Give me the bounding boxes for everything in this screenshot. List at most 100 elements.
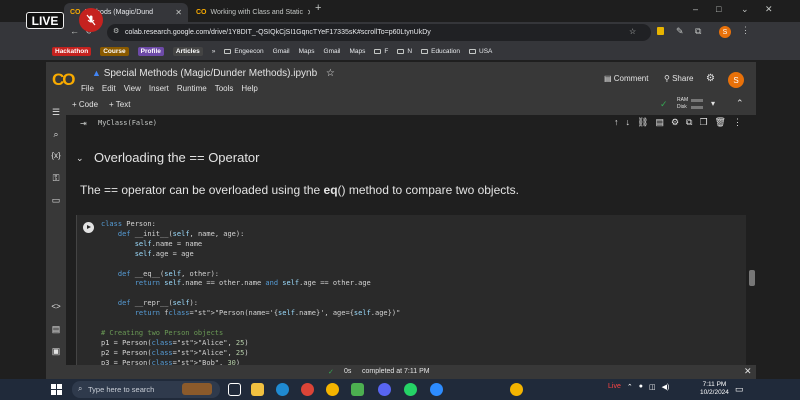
bookmark-usa[interactable]: USA [469, 48, 492, 55]
notifications-icon[interactable]: ▭ [735, 384, 744, 395]
bookmark-maps[interactable]: Maps [350, 48, 366, 55]
notebook-title[interactable]: ▲ Special Methods (Magic/Dunder Methods)… [92, 68, 335, 79]
minimize-button[interactable]: – [693, 4, 698, 14]
add-text-button[interactable]: + Text [109, 100, 130, 109]
code-snippets-icon[interactable]: <> [49, 302, 63, 314]
key-icon[interactable]: ⚿ [49, 173, 63, 185]
taskbar-clock[interactable]: 7:11 PM 10/2/2024 [700, 381, 729, 397]
windows-start-icon[interactable] [51, 384, 62, 395]
run-cell-button[interactable] [83, 222, 94, 233]
search-icon[interactable]: ⌕ [49, 129, 63, 141]
mic-icon[interactable]: ● [639, 383, 643, 391]
url-field[interactable]: ⚙ colab.research.google.com/drive/1Y8DIT… [107, 24, 651, 41]
chevron-down-icon[interactable]: ⌄ [741, 4, 749, 15]
close-icon[interactable]: ✕ [744, 366, 752, 377]
chevron-down-icon[interactable]: ▾ [711, 99, 715, 108]
close-tab-icon[interactable]: ✕ [175, 8, 182, 17]
close-window-button[interactable]: ✕ [765, 4, 773, 15]
variables-icon[interactable]: {x} [49, 151, 63, 163]
move-up-icon[interactable]: ↑ [614, 117, 619, 128]
extension-icon[interactable] [657, 27, 664, 35]
taskbar-search-input[interactable]: ⌕ Type here to search [72, 381, 220, 398]
gear-icon[interactable]: ⚙ [671, 117, 679, 128]
menu-help[interactable]: Help [241, 84, 257, 93]
menu-insert[interactable]: Insert [149, 84, 169, 93]
folder-icon[interactable]: ▭ [49, 195, 63, 207]
toc-icon[interactable]: ☰ [49, 107, 63, 119]
profile-avatar[interactable]: S [719, 26, 731, 38]
more-icon[interactable]: ⋮ [733, 117, 742, 128]
bookmark-maps[interactable]: Maps [299, 48, 315, 55]
colab-logo[interactable]: CO [52, 70, 75, 90]
bookmark-n[interactable]: N [397, 48, 412, 55]
comment-icon[interactable]: ▤ [655, 117, 664, 128]
output-icon[interactable]: ⇥ [80, 119, 87, 128]
new-tab-button[interactable]: + [315, 2, 321, 14]
mic-off-icon[interactable] [79, 8, 103, 32]
volume-icon[interactable]: ◀) [662, 383, 670, 391]
disk-bar [691, 106, 703, 109]
gear-icon[interactable]: ⚙ [706, 73, 715, 84]
site-info-icon[interactable]: ⚙ [113, 27, 119, 35]
tab-working-with-class[interactable]: CO Working with Class and Static ✕ [190, 3, 310, 22]
menu-file[interactable]: File [81, 84, 94, 93]
network-icon[interactable]: ◫ [649, 383, 656, 391]
whatsapp-icon[interactable] [404, 383, 417, 396]
collapse-chevron-icon[interactable]: ⌄ [76, 153, 84, 164]
maximize-button[interactable]: □ [716, 4, 721, 14]
copy-icon[interactable]: ❐ [699, 117, 707, 128]
zoom-icon[interactable] [430, 383, 443, 396]
command-palette-icon[interactable]: ▤ [49, 324, 63, 336]
move-down-icon[interactable]: ↓ [626, 117, 631, 128]
bookmark-profile[interactable]: Profile [137, 47, 164, 56]
bookmark-articles[interactable]: Articles [172, 47, 203, 56]
edge-icon[interactable] [276, 383, 289, 396]
mirror-icon[interactable]: ⧉ [686, 117, 692, 128]
bookmark-course[interactable]: Course [100, 47, 129, 56]
star-icon[interactable]: ☆ [326, 68, 335, 79]
close-tab-icon[interactable]: ✕ [307, 8, 310, 17]
discord-icon[interactable] [378, 383, 391, 396]
comment-button[interactable]: ▤ Comment [604, 74, 648, 83]
file-explorer-icon[interactable] [251, 383, 264, 396]
delete-icon[interactable]: 🗑 [715, 117, 726, 128]
terminal-icon[interactable]: ▣ [49, 346, 63, 358]
more-icon[interactable]: ⋮ [741, 25, 750, 36]
notebook-toolbar: + Code + Text ✓ RAM Disk ▾ ⌃ [66, 95, 756, 115]
puzzle-icon[interactable]: ⧉ [695, 26, 701, 37]
link-icon[interactable]: ⛓ [637, 117, 648, 128]
chrome-icon[interactable] [301, 383, 314, 396]
extension-icon[interactable]: ✎ [676, 26, 684, 37]
bookmark-hackathon[interactable]: Hackathon [52, 47, 92, 56]
bookmark-education[interactable]: Education [421, 48, 460, 55]
menu-view[interactable]: View [124, 84, 141, 93]
bookmark-f[interactable]: F [374, 48, 388, 55]
chevron-up-icon[interactable]: ⌃ [736, 98, 744, 109]
task-view-icon[interactable] [228, 383, 241, 396]
bookmark-gmail[interactable]: Gmail [273, 48, 290, 55]
add-code-button[interactable]: + Code [72, 100, 98, 109]
chrome-profile-icon[interactable] [326, 383, 339, 396]
bookmark-engeecon[interactable]: Engeecon [224, 48, 264, 55]
bookmark-label: F [384, 48, 389, 55]
back-icon[interactable]: ← [70, 26, 79, 36]
live-indicator[interactable]: Live [608, 383, 621, 391]
code-cell[interactable]: class Person: def __init__(self, name, a… [76, 215, 746, 367]
chevron-up-icon[interactable]: ⌃ [627, 383, 633, 391]
menu-tools[interactable]: Tools [215, 84, 234, 93]
menu-runtime[interactable]: Runtime [177, 84, 207, 93]
avatar[interactable]: S [728, 72, 744, 88]
bookmark-gmail[interactable]: Gmail [324, 48, 341, 55]
resource-monitor[interactable]: RAM Disk [677, 97, 688, 111]
bookmarks-overflow[interactable]: » [212, 48, 216, 55]
scrollbar[interactable] [749, 270, 755, 286]
menu-edit[interactable]: Edit [102, 84, 116, 93]
app-icon[interactable] [351, 383, 364, 396]
help-icon[interactable] [510, 383, 523, 396]
code-editor[interactable]: class Person: def __init__(self, name, a… [101, 220, 400, 369]
share-button[interactable]: ⚲ Share [664, 74, 693, 83]
search-highlight-image [182, 383, 212, 395]
star-icon[interactable]: ☆ [629, 27, 636, 36]
